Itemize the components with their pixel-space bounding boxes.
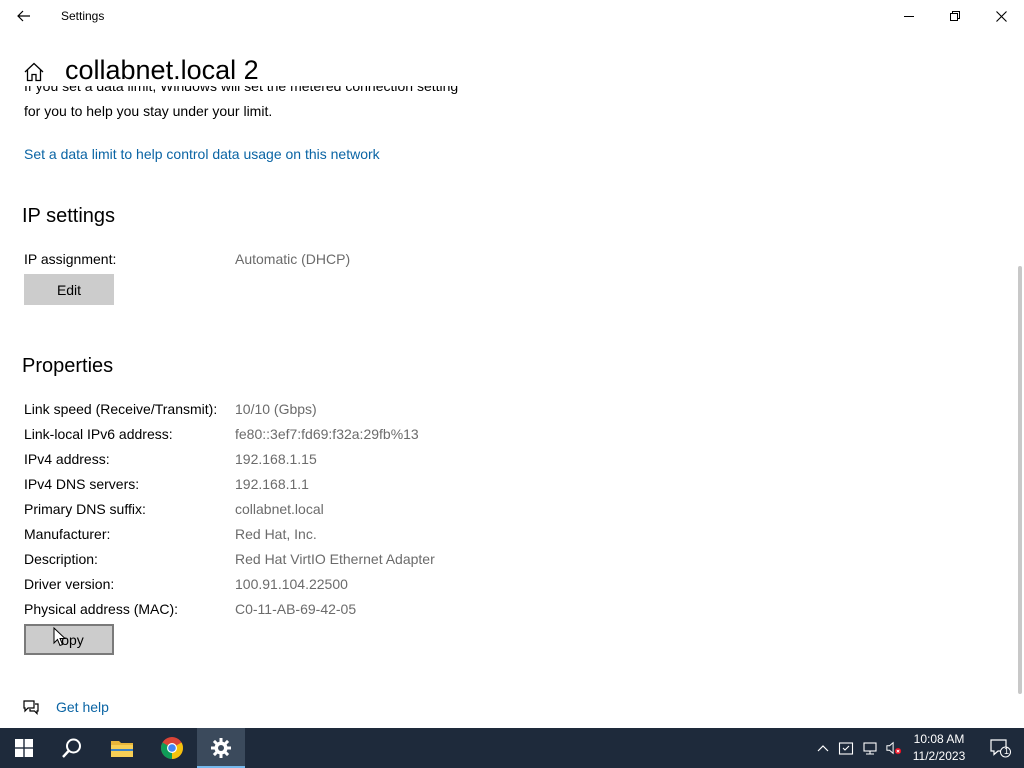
property-value: Red Hat, Inc. [235,526,317,542]
close-icon [995,10,1007,22]
help-chat-icon [23,700,39,715]
volume-muted-icon[interactable] [886,740,902,756]
windows-logo-icon [15,739,33,757]
property-value: 192.168.1.1 [235,476,309,492]
taskbar-clock[interactable]: 10:08 AM 11/2/2023 [906,731,972,765]
properties-heading: Properties [22,355,114,377]
ip-settings-heading: IP settings [22,205,116,227]
search-icon [62,738,81,758]
mouse-pointer-icon [53,627,67,647]
security-shield-icon[interactable] [838,740,854,756]
settings-window: Settings collabnet.local 2 If you set a … [0,0,1024,728]
property-label: Description: [24,551,98,567]
property-value: collabnet.local [235,501,324,517]
restore-icon [950,11,960,21]
property-label: IPv4 DNS servers: [24,476,140,492]
start-button[interactable] [0,728,48,768]
ip-assignment-label: IP assignment: [24,251,117,267]
property-value: 100.91.104.22500 [235,576,348,592]
property-value: 192.168.1.15 [235,451,317,467]
property-label: Driver version: [24,576,115,592]
folder-icon [111,741,133,757]
ip-assignment-value: Automatic (DHCP) [235,251,351,267]
property-value: C0-11-AB-69-42-05 [235,601,357,617]
gear-icon [211,738,231,758]
copy-button[interactable]: opy [24,624,114,655]
settings-taskbar-button[interactable] [197,728,245,768]
action-center-button[interactable]: 1 [980,728,1020,768]
property-label: Primary DNS suffix: [24,501,146,517]
notification-count-badge: 1 [1003,746,1009,756]
property-label: IPv4 address: [24,451,110,467]
clock-time: 10:08 AM [913,732,965,746]
data-limit-description: for you to help you stay under your limi… [24,103,273,119]
clock-date: 11/2/2023 [912,749,966,763]
show-hidden-icons-chevron-up-icon[interactable] [815,740,831,756]
minimize-icon [904,16,914,17]
page-title: collabnet.local 2 [65,55,259,85]
close-button[interactable] [978,0,1024,32]
minimize-button[interactable] [886,0,932,32]
scrollbar[interactable] [1018,266,1022,694]
property-label: Link speed (Receive/Transmit): [24,401,218,417]
clipped-description: If you set a data limit, Windows will se… [24,86,484,94]
property-value: fe80::3ef7:fd69:f32a:29fb%13 [235,426,419,442]
property-label: Physical address (MAC): [24,601,179,617]
title-bar: Settings [0,0,1024,32]
property-value: 10/10 (Gbps) [235,401,317,417]
clipped-description-text: If you set a data limit, Windows will se… [24,86,459,94]
taskbar: 10:08 AM 11/2/2023 1 [0,728,1024,768]
get-help-link[interactable]: Get help [56,699,109,715]
chrome-button[interactable] [148,728,196,768]
network-icon[interactable] [862,740,878,756]
set-data-limit-link[interactable]: Set a data limit to help control data us… [24,146,380,162]
search-button[interactable] [48,728,96,768]
window-title: Settings [61,9,105,23]
back-arrow-icon [17,10,30,22]
file-explorer-button[interactable] [98,728,146,768]
restore-button[interactable] [932,0,978,32]
property-value: Red Hat VirtIO Ethernet Adapter [235,551,435,567]
back-button[interactable] [8,2,40,30]
property-label: Manufacturer: [24,526,111,542]
chrome-icon [161,737,183,759]
get-help-row[interactable]: Get help [22,698,109,716]
property-label: Link-local IPv6 address: [24,426,173,442]
edit-button[interactable]: Edit [24,274,114,305]
home-icon[interactable] [22,60,46,84]
